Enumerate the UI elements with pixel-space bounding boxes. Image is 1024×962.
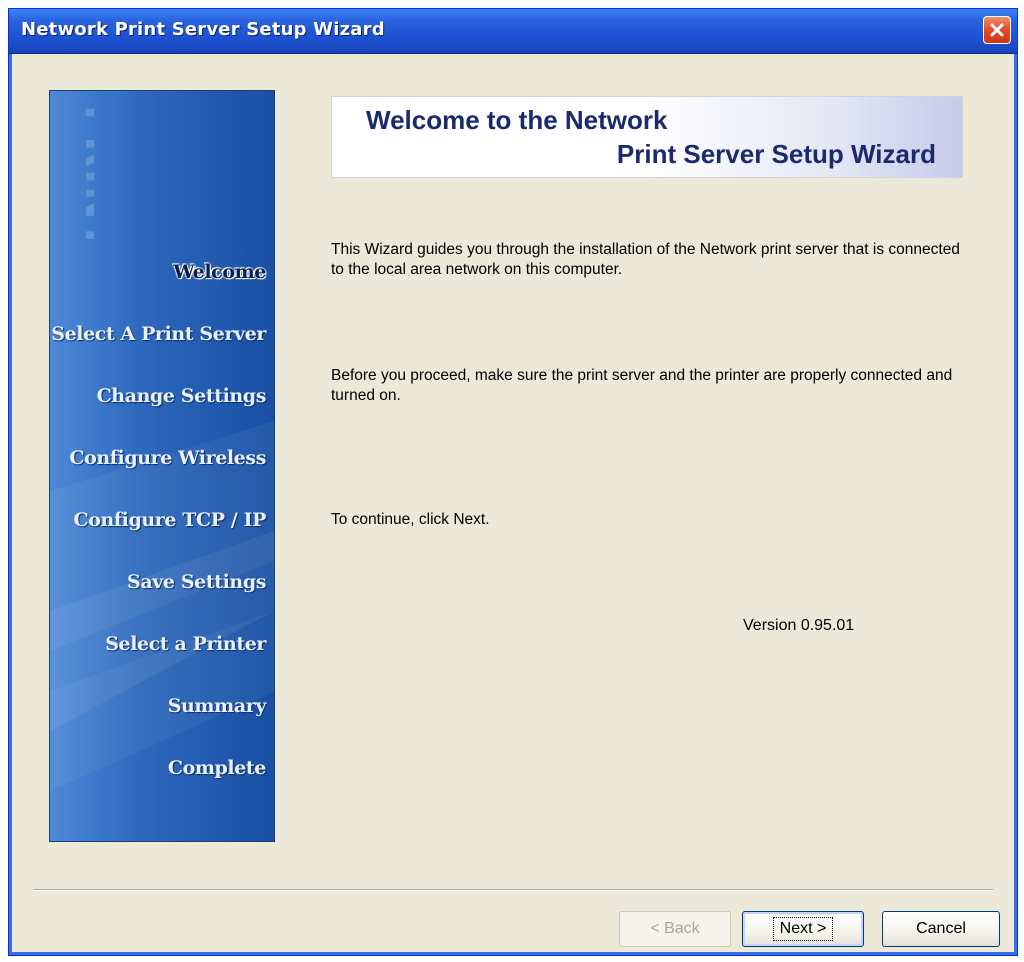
window-title: Network Print Server Setup Wizard <box>21 19 385 40</box>
step-summary: Summary <box>167 695 267 717</box>
step-configure-wireless: Configure Wireless <box>69 447 266 469</box>
wizard-content: PRINT Welcome Select A Print Server Chan… <box>13 54 1013 951</box>
banner-title-line1: Welcome to the Network <box>366 105 668 135</box>
close-button[interactable] <box>983 16 1011 44</box>
steps-sidebar: PRINT Welcome Select A Print Server Chan… <box>49 90 275 842</box>
step-change-settings: Change Settings <box>96 385 267 407</box>
steps-list: Welcome Select A Print Server Change Set… <box>51 241 266 799</box>
watermark-text: PRINT <box>76 105 94 251</box>
title-bar[interactable]: Network Print Server Setup Wizard <box>9 9 1017 54</box>
step-complete: Complete <box>167 757 267 779</box>
welcome-banner: Welcome to the Network Print Server Setu… <box>331 96 963 178</box>
step-select-printer: Select a Printer <box>105 633 266 655</box>
wizard-window: Network Print Server Setup Wizard PRINT … <box>8 8 1018 956</box>
step-select-print-server: Select A Print Server <box>51 323 266 345</box>
prerequisite-text: Before you proceed, make sure the print … <box>331 367 953 404</box>
step-welcome: Welcome <box>173 261 266 283</box>
continue-instruction: To continue, click Next. <box>331 511 490 528</box>
step-configure-tcp-ip: Configure TCP / IP <box>73 509 266 531</box>
intro-text: This Wizard guides you through the insta… <box>331 241 960 278</box>
button-separator <box>33 889 993 891</box>
step-save-settings: Save Settings <box>127 571 266 593</box>
version-label: Version 0.95.01 <box>743 617 855 634</box>
next-button[interactable]: Next > <box>742 911 864 947</box>
cancel-button-label: Cancel <box>916 920 966 937</box>
back-button[interactable]: < Back <box>619 911 731 947</box>
back-button-label: < Back <box>650 920 700 937</box>
close-icon <box>990 23 1004 37</box>
banner-title-line2: Print Server Setup Wizard <box>616 139 936 169</box>
next-button-label: Next > <box>772 917 834 941</box>
cancel-button[interactable]: Cancel <box>882 911 1000 947</box>
